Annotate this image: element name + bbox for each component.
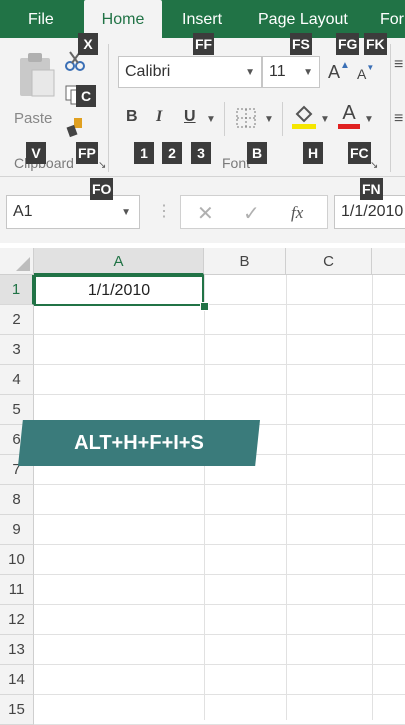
formula-bar: A1 ▼ ⋮ ✕ ✓ fx 1/1/2010: [0, 177, 405, 243]
increase-font-size-icon[interactable]: A▲: [328, 60, 350, 83]
font-size-combo[interactable]: 11 ▼: [262, 56, 320, 88]
group-separator: [108, 44, 109, 172]
fill-color-icon[interactable]: [292, 104, 316, 130]
keytip-v: V: [26, 142, 46, 164]
underline-dropdown-icon[interactable]: ▼: [206, 114, 216, 125]
font-color-dropdown-icon[interactable]: ▼: [364, 114, 374, 125]
keytip-1: 1: [134, 142, 154, 164]
chevron-down-icon: ▼: [303, 67, 313, 78]
keytip-fc: FC: [348, 142, 371, 164]
row-header-3[interactable]: 3: [0, 335, 34, 365]
name-box[interactable]: A1 ▼: [6, 195, 140, 229]
worksheet-grid[interactable]: A B C 1 2 3 4 5 6 7 8 9 10 11 12 13 14 15 1/1/2010: [0, 248, 405, 725]
select-all-corner[interactable]: [0, 248, 34, 275]
fill-handle[interactable]: [200, 302, 209, 311]
row-gridline: [34, 544, 405, 545]
ribbon-home: Paste V X C FP Clipboard ↘ FO Calibri ▼ …: [0, 33, 405, 200]
row-header-12[interactable]: 12: [0, 605, 34, 635]
borders-dropdown-icon[interactable]: ▼: [264, 114, 274, 125]
formula-input[interactable]: 1/1/2010: [334, 195, 405, 229]
row-gridline: [34, 604, 405, 605]
keytip-fn: FN: [360, 178, 383, 200]
name-box-value: A1: [13, 203, 33, 220]
column-header-b[interactable]: B: [204, 248, 286, 275]
formula-buttons: ✕ ✓ fx: [180, 195, 328, 229]
cancel-icon[interactable]: ✕: [197, 201, 214, 226]
formula-value: 1/1/2010: [341, 203, 404, 220]
row-gridline: [34, 364, 405, 365]
row-header-10[interactable]: 10: [0, 545, 34, 575]
keytip-fk: FK: [364, 33, 387, 55]
row-header-11[interactable]: 11: [0, 575, 34, 605]
enter-icon[interactable]: ✓: [243, 201, 260, 226]
insert-function-button[interactable]: fx: [291, 203, 303, 223]
row-gridline: [34, 694, 405, 695]
keytip-3: 3: [191, 142, 211, 164]
select-all-triangle-icon: [16, 257, 30, 271]
row-header-2[interactable]: 2: [0, 305, 34, 335]
clipboard-launcher-icon[interactable]: ↘: [98, 160, 106, 171]
keytip-c: C: [76, 85, 96, 107]
font-separator: [282, 102, 283, 136]
keytip-h: H: [303, 142, 323, 164]
row-gridline: [34, 514, 405, 515]
column-gridline: [372, 275, 373, 720]
chevron-down-icon: ▼: [121, 207, 131, 218]
group-separator: [390, 44, 391, 172]
row-gridline: [34, 664, 405, 665]
keytip-fg: FG: [336, 33, 360, 55]
font-separator: [224, 102, 225, 136]
decrease-font-size-icon[interactable]: A▼: [357, 63, 374, 82]
row-gridline: [34, 334, 405, 335]
paste-icon: [20, 53, 55, 97]
more-options-icon: ⋮: [156, 203, 172, 220]
row-header-9[interactable]: 9: [0, 515, 34, 545]
row-gridline: [34, 574, 405, 575]
row-header-1[interactable]: 1: [0, 275, 34, 305]
row-header-13[interactable]: 13: [0, 635, 34, 665]
font-name-combo[interactable]: Calibri ▼: [118, 56, 262, 88]
keytip-x: X: [78, 33, 98, 55]
shortcut-banner: ALT+H+F+I+S: [18, 420, 260, 466]
fill-color-dropdown-icon[interactable]: ▼: [320, 114, 330, 125]
font-group-label: Font: [222, 155, 251, 171]
keytip-fo: FO: [90, 178, 114, 200]
row-gridline: [34, 484, 405, 485]
underline-button[interactable]: U: [184, 108, 196, 126]
column-header-c[interactable]: C: [286, 248, 372, 275]
italic-button[interactable]: I: [156, 108, 162, 126]
font-launcher-icon[interactable]: ↘: [370, 160, 378, 171]
borders-icon[interactable]: [236, 108, 256, 128]
row-gridline: [34, 634, 405, 635]
row-gridline: [34, 394, 405, 395]
chevron-down-icon: ▼: [245, 67, 255, 78]
column-header-d[interactable]: [372, 248, 405, 275]
column-header-a[interactable]: A: [34, 248, 204, 275]
keytip-fs: FS: [290, 33, 312, 55]
format-painter-icon[interactable]: [64, 116, 86, 138]
keytip-2: 2: [162, 142, 182, 164]
keytip-ff: FF: [193, 33, 215, 55]
row-header-15[interactable]: 15: [0, 695, 34, 725]
paste-label: Paste: [14, 110, 53, 127]
font-name-value: Calibri: [125, 63, 171, 80]
row-header-4[interactable]: 4: [0, 365, 34, 395]
font-color-icon[interactable]: A: [338, 102, 360, 130]
keytip-fp: FP: [76, 142, 98, 164]
tab-file[interactable]: File: [28, 0, 54, 38]
column-gridline: [204, 275, 205, 720]
alignment-icon[interactable]: ≡: [394, 56, 403, 74]
keytip-b: B: [247, 142, 267, 164]
alignment-icon[interactable]: ≡: [394, 110, 403, 128]
paste-button[interactable]: Paste: [12, 48, 58, 128]
bold-button[interactable]: B: [126, 108, 138, 126]
cell-a1[interactable]: 1/1/2010: [34, 275, 204, 306]
font-size-value: 11: [269, 63, 286, 80]
column-gridline: [286, 275, 287, 720]
row-header-8[interactable]: 8: [0, 485, 34, 515]
row-header-14[interactable]: 14: [0, 665, 34, 695]
